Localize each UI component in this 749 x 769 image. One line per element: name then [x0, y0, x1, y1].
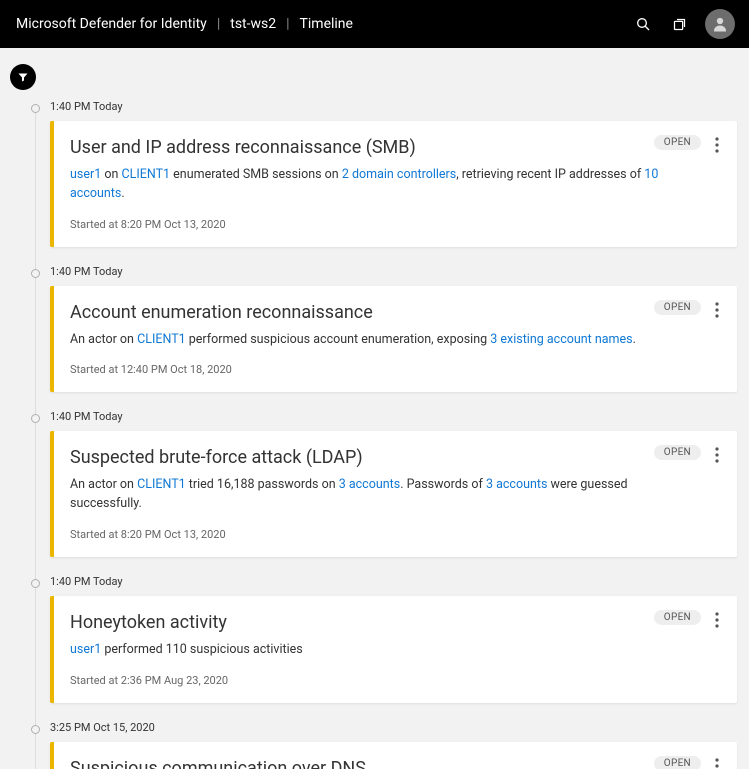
timeline-entry: 1:40 PM Today Suspected brute-force attac… [22, 410, 737, 557]
timeline-timestamp: 1:40 PM Today [50, 575, 737, 588]
alert-description: user1 on CLIENT1 enumerated SMB sessions… [70, 166, 685, 204]
alert-link[interactable]: CLIENT1 [137, 332, 186, 347]
status-badge[interactable]: OPEN [654, 135, 701, 150]
alert-started: Started at 2:36 PM Aug 23, 2020 [70, 674, 685, 687]
alert-text: on [101, 167, 121, 182]
product-name[interactable]: Microsoft Defender for Identity [14, 16, 209, 32]
alert-description: An actor on CLIENT1 performed suspicious… [70, 331, 685, 350]
timeline: 1:40 PM Today User and IP address reconna… [22, 62, 737, 769]
avatar[interactable] [705, 9, 735, 39]
alert-card[interactable]: Honeytoken activity user1 performed 110 s… [50, 596, 737, 703]
workspace-name[interactable]: tst-ws2 [228, 16, 278, 32]
alert-link[interactable]: 3 accounts [339, 477, 400, 492]
filter-button[interactable] [10, 64, 36, 90]
alert-started: Started at 8:20 PM Oct 13, 2020 [70, 528, 685, 541]
alert-title[interactable]: Suspected brute-force attack (LDAP) [70, 447, 685, 468]
status-badge[interactable]: OPEN [654, 756, 701, 769]
alert-link[interactable]: user1 [70, 642, 101, 657]
alert-description: An actor on CLIENT1 tried 16,188 passwor… [70, 476, 685, 514]
breadcrumb-sep: | [217, 16, 220, 32]
status-badge[interactable]: OPEN [654, 300, 701, 315]
alert-text: An actor on [70, 332, 137, 347]
timeline-entry: 1:40 PM Today Honeytoken activity user1 pe… [22, 575, 737, 703]
timeline-dot [31, 725, 40, 734]
timeline-dot [31, 104, 40, 113]
alert-link[interactable]: user1 [70, 167, 101, 182]
section-name[interactable]: Timeline [298, 16, 355, 32]
content-area: 1:40 PM Today User and IP address reconna… [0, 48, 749, 769]
alert-link[interactable]: 2 domain controllers [342, 167, 456, 182]
alert-text: . [121, 186, 124, 201]
alert-text: . Passwords of [400, 477, 486, 492]
status-badge[interactable]: OPEN [654, 445, 701, 460]
alert-text: enumerated SMB sessions on [170, 167, 342, 182]
new-window-icon[interactable] [663, 8, 695, 40]
alert-link[interactable]: 3 existing account names [490, 332, 632, 347]
timeline-timestamp: 1:40 PM Today [50, 100, 737, 113]
more-actions-icon[interactable] [707, 298, 727, 322]
alert-card[interactable]: Account enumeration reconnaissance An act… [50, 286, 737, 393]
alert-title[interactable]: Account enumeration reconnaissance [70, 302, 685, 323]
more-actions-icon[interactable] [707, 754, 727, 769]
alert-text: tried 16,188 passwords on [186, 477, 339, 492]
timeline-timestamp: 3:25 PM Oct 15, 2020 [50, 721, 737, 734]
timeline-timestamp: 1:40 PM Today [50, 265, 737, 278]
alert-started: Started at 8:20 PM Oct 13, 2020 [70, 218, 685, 231]
alert-link[interactable]: 3 accounts [486, 477, 547, 492]
timeline-timestamp: 1:40 PM Today [50, 410, 737, 423]
alert-text: . [633, 332, 636, 347]
alert-title[interactable]: Suspicious communication over DNS [70, 758, 685, 769]
status-badge[interactable]: OPEN [654, 610, 701, 625]
timeline-dot [31, 414, 40, 423]
timeline-entry: 1:40 PM Today User and IP address reconna… [22, 100, 737, 247]
timeline-dot [31, 269, 40, 278]
alert-title[interactable]: User and IP address reconnaissance (SMB) [70, 137, 685, 158]
app-header: Microsoft Defender for Identity | tst-ws… [0, 0, 749, 48]
more-actions-icon[interactable] [707, 608, 727, 632]
alert-started: Started at 12:40 PM Oct 18, 2020 [70, 363, 685, 376]
alert-text: An actor on [70, 477, 137, 492]
timeline-dot [31, 579, 40, 588]
alert-card[interactable]: Suspected brute-force attack (LDAP) An ac… [50, 431, 737, 557]
more-actions-icon[interactable] [707, 443, 727, 467]
timeline-entry: 3:25 PM Oct 15, 2020 Suspicious communica… [22, 721, 737, 769]
search-icon[interactable] [627, 8, 659, 40]
alert-link[interactable]: CLIENT1 [121, 167, 170, 182]
alert-card[interactable]: User and IP address reconnaissance (SMB)… [50, 121, 737, 247]
alert-text: performed suspicious account enumeration… [186, 332, 491, 347]
alert-link[interactable]: CLIENT1 [137, 477, 186, 492]
alert-card[interactable]: Suspicious communication over DNS4 compu… [50, 742, 737, 769]
breadcrumb-sep: | [286, 16, 289, 32]
timeline-entry: 1:40 PM Today Account enumeration reconna… [22, 265, 737, 393]
alert-text: performed 110 suspicious activities [101, 642, 302, 657]
more-actions-icon[interactable] [707, 133, 727, 157]
alert-title[interactable]: Honeytoken activity [70, 612, 685, 633]
alert-description: user1 performed 110 suspicious activitie… [70, 641, 685, 660]
alert-text: , retrieving recent IP addresses of [456, 167, 644, 182]
